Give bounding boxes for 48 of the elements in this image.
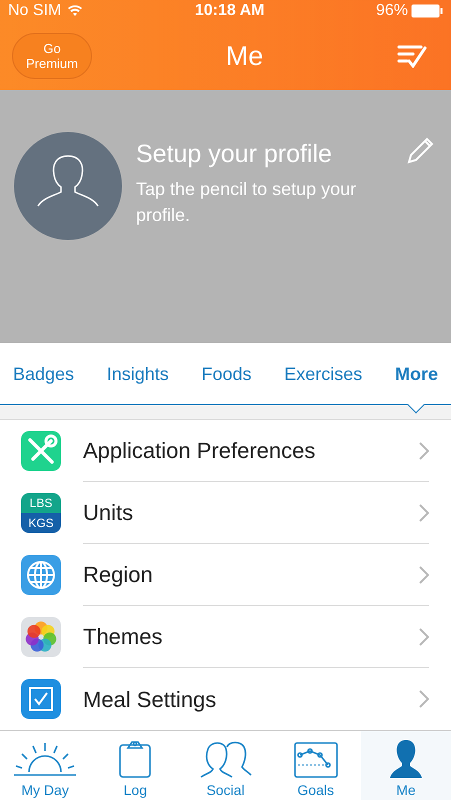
chevron-icon [419,628,429,646]
menu-item[interactable]: LBS KGS Units [0,482,451,544]
checklist-icon[interactable] [396,44,427,68]
wifi-icon [67,5,84,17]
tab-bar-item[interactable]: My Day [0,731,90,800]
tab[interactable]: Insights [106,362,169,386]
tab[interactable]: Foods [202,362,252,386]
pencil-icon[interactable] [405,136,435,166]
sunrise-icon [13,741,78,779]
tab-bar-item[interactable]: Social [180,731,271,800]
premium-button[interactable]: Go Premium [12,33,92,79]
chevron-icon [419,504,429,522]
menu-label: Region [83,561,153,589]
battery-icon [411,4,443,18]
menu-label: Themes [83,623,162,651]
tab-bar-item[interactable]: Log [90,731,180,800]
tab[interactable]: Badges [13,362,74,386]
battery-text: 96% [376,1,408,21]
menu-label: Units [83,499,134,527]
goals-chart-icon [294,741,338,779]
person-icon [388,739,423,779]
menu-item[interactable]: Meal Settings [0,668,451,730]
clipboard-icon [118,739,152,779]
chevron-icon [419,442,429,460]
profile-title: Setup your profile [136,139,332,170]
menu-label: Application Preferences [83,437,316,465]
chevron-icon [419,690,429,708]
people-icon [198,739,252,779]
palette-icon [21,617,61,657]
clock-text: 10:18 AM [194,1,264,21]
tab[interactable]: Exercises [284,362,362,386]
chevron-icon [419,566,429,584]
tab-bar-item[interactable]: Me [360,731,451,800]
page-title: Me [226,40,264,73]
menu-item[interactable]: Themes [0,606,451,668]
icon-label: KGS [28,517,54,529]
menu-item[interactable]: Region [0,544,451,606]
menu-item[interactable]: Application Preferences [0,420,451,482]
tab-bar-item[interactable]: Goals [270,731,361,800]
tab[interactable]: More [394,362,438,386]
checkbox-icon [21,679,61,719]
menu-label: Meal Settings [83,686,216,714]
avatar-icon[interactable] [14,132,122,240]
carrier-text: No SIM [8,1,62,21]
globe-icon [21,555,61,595]
icon-label: LBS [30,497,52,509]
profile-hint: Tap the pencil to setup your profile. [136,178,358,227]
tools-icon [21,431,61,471]
